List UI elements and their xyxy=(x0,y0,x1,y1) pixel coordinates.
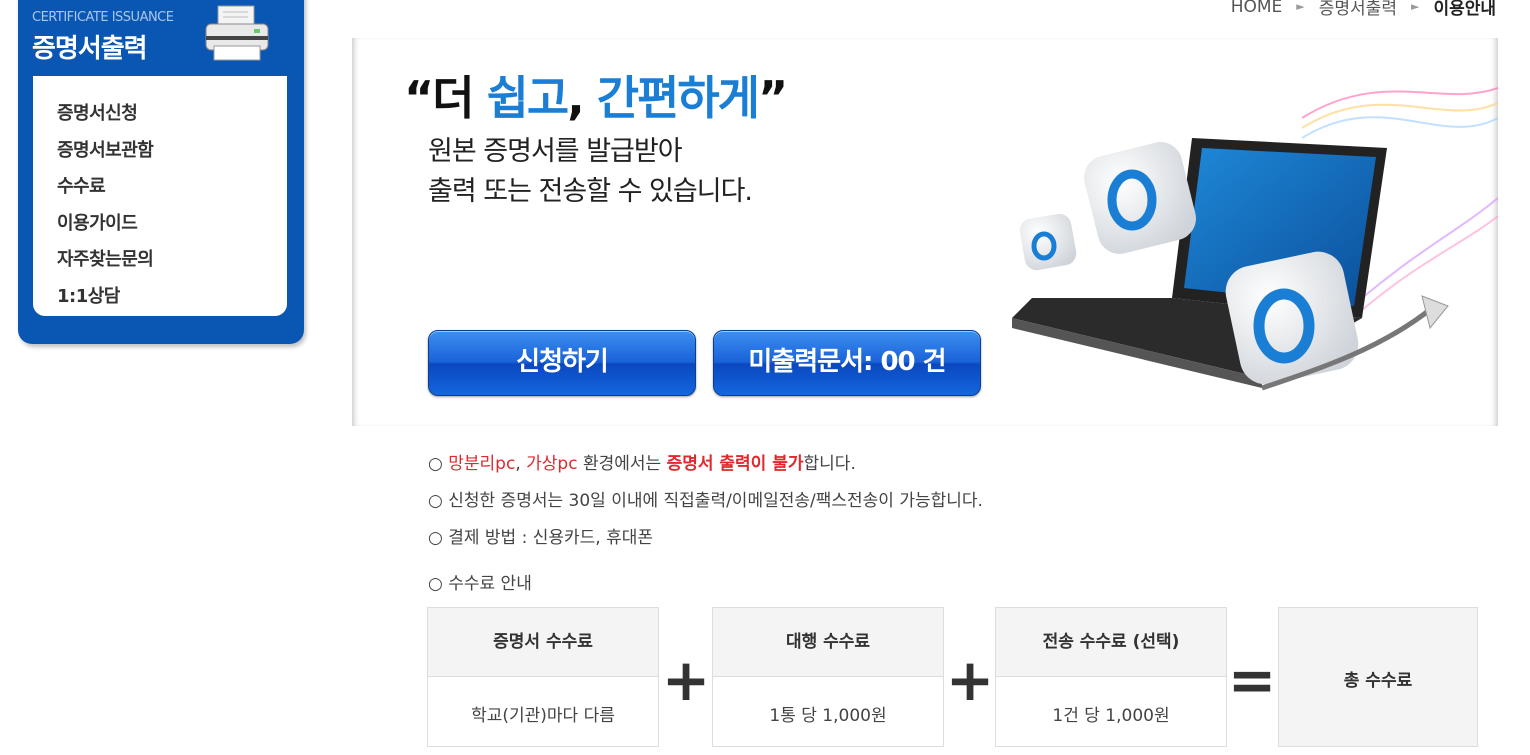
laptop-illustration xyxy=(1012,87,1498,391)
fee-heading: ○ 수수료 안내 xyxy=(428,574,532,594)
sidebar: CERTIFICATE ISSUANCE 증명서출력 증명서신청 증명서보관함 … xyxy=(18,0,304,344)
hero-banner: “더 쉽고, 간편하게” 원본 증명서를 발급받아 출력 또는 전송할 수 있습… xyxy=(352,38,1498,426)
notices: ○ 망분리pc, 가상pc 환경에서는 증명서 출력이 불가합니다. ○ 신청한… xyxy=(428,452,983,563)
notice-emphasis: 증명서 출력이 불가 xyxy=(666,454,804,474)
notice-validity: ○ 신청한 증명서는 30일 이내에 직접출력/이메일전송/팩스전송이 가능합니… xyxy=(428,491,983,511)
notice-term-virtual-pc: 가상pc xyxy=(526,454,578,474)
chevron-right-icon: ► xyxy=(1296,0,1305,13)
sidebar-item-storage[interactable]: 증명서보관함 xyxy=(57,133,287,170)
fee-box-agency: 대행 수수료 1통 당 1,000원 xyxy=(712,607,944,747)
banner-subcopy: 원본 증명서를 발급받아 출력 또는 전송할 수 있습니다. xyxy=(428,132,753,212)
fee-box-certificate: 증명서 수수료 학교(기관)마다 다름 xyxy=(427,607,659,747)
sidebar-title: 증명서출력 xyxy=(32,34,148,64)
headline-word-easy: 쉽고 xyxy=(486,71,570,125)
notice-bullet: ○ xyxy=(428,454,449,474)
notice-comma: , xyxy=(515,454,527,474)
headline-quote-open: “더 xyxy=(404,71,487,125)
sidebar-item-fees[interactable]: 수수료 xyxy=(57,169,287,206)
notice-suffix: 합니다. xyxy=(803,454,856,474)
banner-headline: “더 쉽고, 간편하게” xyxy=(404,62,788,128)
plus-icon: + xyxy=(661,646,711,714)
printer-icon xyxy=(205,5,269,61)
apply-button[interactable]: 신청하기 xyxy=(428,330,696,396)
sidebar-item-apply[interactable]: 증명서신청 xyxy=(57,96,287,133)
headline-comma: , xyxy=(567,71,597,125)
sidebar-item-faq[interactable]: 자주찾는문의 xyxy=(57,242,287,279)
fee-total: 총 수수료 xyxy=(1278,607,1478,747)
breadcrumb-current: 이용안내 xyxy=(1433,0,1496,19)
banner-line-2: 출력 또는 전송할 수 있습니다. xyxy=(428,176,753,207)
fee-value-agency: 1통 당 1,000원 xyxy=(769,706,887,726)
banner-line-1: 원본 증명서를 발급받아 xyxy=(428,136,683,167)
sidebar-item-guide[interactable]: 이용가이드 xyxy=(57,206,287,243)
notice-mid: 환경에서는 xyxy=(577,454,667,474)
fee-header-certificate: 증명서 수수료 xyxy=(428,608,658,677)
sidebar-item-consult[interactable]: 1:1상담 xyxy=(57,279,287,316)
notice-payment: ○ 결제 방법 : 신용카드, 휴대폰 xyxy=(428,528,654,548)
headline-quote-close: ” xyxy=(758,71,788,125)
fee-value-certificate: 학교(기관)마다 다름 xyxy=(471,706,615,726)
fee-box-transmission: 전송 수수료 (선택) 1건 당 1,000원 xyxy=(995,607,1227,747)
sidebar-subtitle: CERTIFICATE ISSUANCE xyxy=(32,10,174,25)
equals-icon: = xyxy=(1227,646,1277,714)
breadcrumb: HOME ► 증명서출력 ► 이용안내 xyxy=(1231,0,1496,19)
sidebar-menu: 증명서신청 증명서보관함 수수료 이용가이드 자주찾는문의 1:1상담 xyxy=(33,76,287,316)
unprinted-documents-button[interactable]: 미출력문서: 00 건 xyxy=(713,330,981,396)
fee-header-transmission: 전송 수수료 (선택) xyxy=(996,608,1226,677)
fee-value-transmission: 1건 당 1,000원 xyxy=(1052,706,1170,726)
breadcrumb-home[interactable]: HOME xyxy=(1231,0,1283,17)
headline-word-simple: 간편하게 xyxy=(596,71,760,125)
chevron-right-icon: ► xyxy=(1410,0,1420,13)
fee-header-agency: 대행 수수료 xyxy=(713,608,943,677)
breadcrumb-section[interactable]: 증명서출력 xyxy=(1319,0,1397,19)
notice-term-network-pc: 망분리pc xyxy=(448,454,516,474)
notice-restriction: ○ 망분리pc, 가상pc 환경에서는 증명서 출력이 불가합니다. xyxy=(428,452,983,489)
plus-icon: + xyxy=(945,646,995,714)
